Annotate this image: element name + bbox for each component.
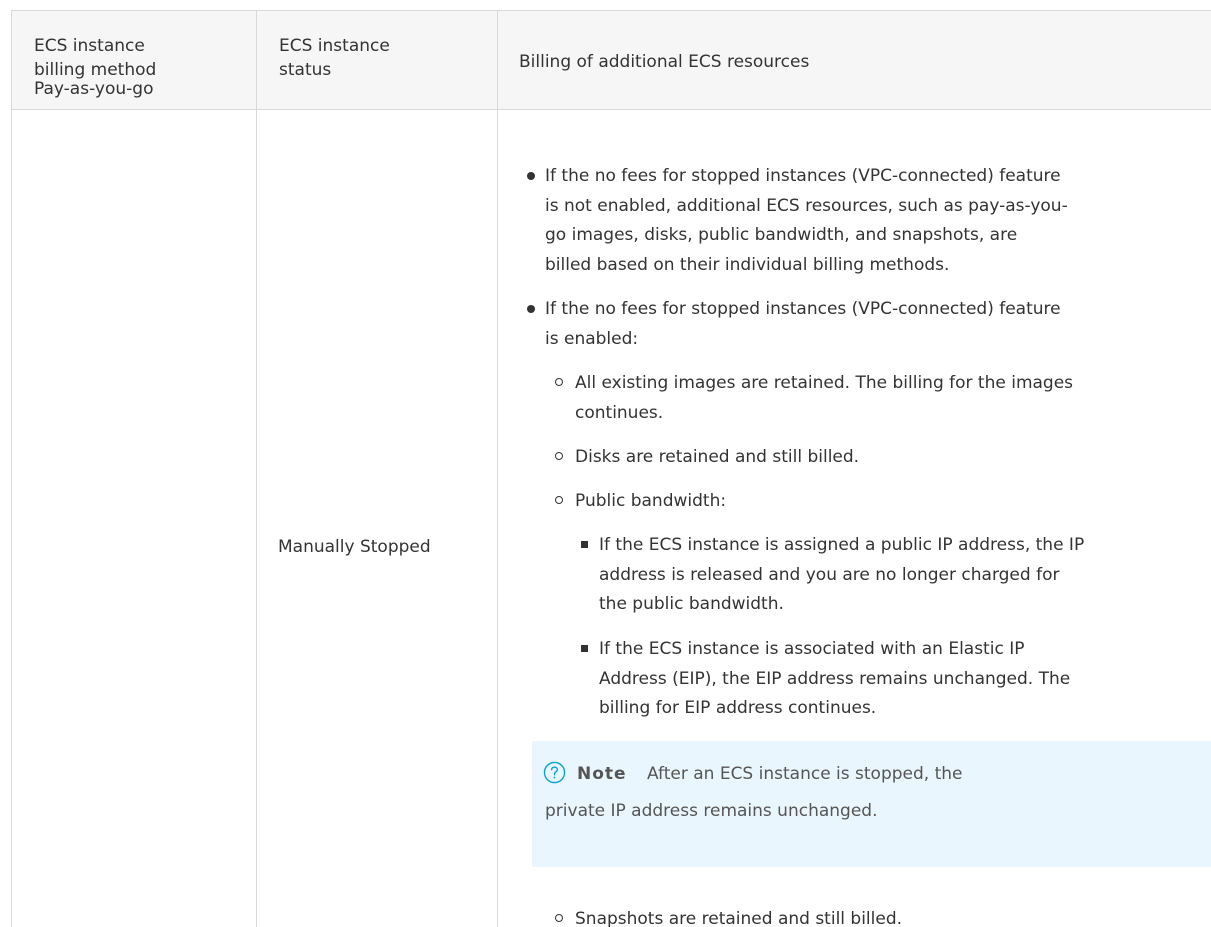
note-callout: Note After an ECS instance is stopped, t… xyxy=(532,741,1211,867)
bullet-square xyxy=(581,541,588,548)
bullet-text: Address (EIP), the EIP address remains u… xyxy=(599,668,1071,689)
header-text: Pay-as-you-go xyxy=(34,79,154,99)
note-text: private IP address remains unchanged. xyxy=(545,801,878,821)
bullet-circle xyxy=(555,914,563,922)
cell-instance-status: Manually Stopped xyxy=(257,110,498,927)
header-instance-status: ECS instance status xyxy=(257,11,498,109)
header-text: ECS instance xyxy=(279,36,390,56)
header-additional-billing: Billing of additional ECS resources xyxy=(498,11,1211,109)
bullet-text: If the ECS instance is associated with a… xyxy=(599,639,1025,659)
bullet-text: the public bandwidth. xyxy=(599,594,784,614)
bullet-text: All existing images are retained. The bi… xyxy=(575,373,1074,393)
note-label: Note xyxy=(577,764,627,784)
header-text: Billing of additional ECS resources xyxy=(519,52,810,72)
bullet-text: Public bandwidth: xyxy=(575,491,727,511)
billing-table: ECS instance billing method Pay-as-you-g… xyxy=(11,10,1211,927)
bullet-disc xyxy=(527,172,535,180)
bullet-circle xyxy=(555,378,563,386)
bullet-text: billing for EIP address continues. xyxy=(599,698,877,718)
bullet-text: billed based on their individual billing… xyxy=(545,254,950,275)
bullet-text: address is released and you are no longe… xyxy=(599,564,1060,585)
table-header-row: ECS instance billing method Pay-as-you-g… xyxy=(12,11,1211,110)
header-text: status xyxy=(279,60,332,80)
bullet-circle xyxy=(555,496,563,504)
bullet-text: Snapshots are retained and still billed. xyxy=(575,909,903,927)
bullet-text: If the ECS instance is assigned a public… xyxy=(599,535,1085,555)
bullet-text: is not enabled, additional ECS resources… xyxy=(545,195,1068,216)
bullet-text: is enabled: xyxy=(545,328,639,349)
bullet-text: If the no fees for stopped instances (VP… xyxy=(545,299,1061,319)
note-text: After an ECS instance is stopped, the xyxy=(647,764,963,784)
cell-additional-billing: If the no fees for stopped instances (VP… xyxy=(498,110,1211,927)
bullet-square xyxy=(581,645,588,652)
bullet-circle xyxy=(555,452,563,460)
cell-billing-method xyxy=(12,110,257,927)
status-text: Manually Stopped xyxy=(278,537,431,557)
bullet-disc xyxy=(527,305,535,313)
bullet-text: Disks are retained and still billed. xyxy=(575,447,860,467)
question-circle-icon xyxy=(543,761,566,784)
bullet-text: If the no fees for stopped instances (VP… xyxy=(545,166,1061,186)
header-billing-method: ECS instance billing method Pay-as-you-g… xyxy=(12,11,257,109)
bullet-text: continues. xyxy=(575,402,664,423)
bullet-text: go images, disks, public bandwidth, and … xyxy=(545,225,1018,245)
header-text: ECS instance xyxy=(34,36,145,56)
